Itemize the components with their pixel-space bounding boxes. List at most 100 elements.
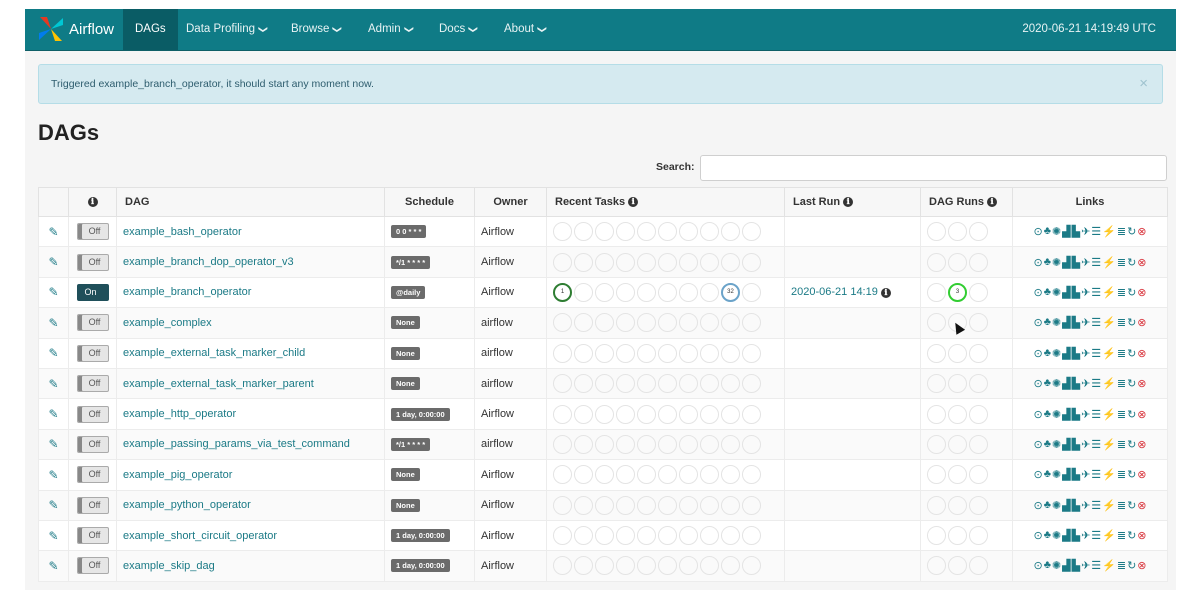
tries-chart-icon[interactable]: ▙ — [1072, 316, 1080, 329]
landing-times-icon[interactable]: ✈ — [1081, 408, 1090, 421]
task-state-circle[interactable] — [553, 526, 572, 546]
task-state-circle[interactable] — [616, 556, 635, 576]
trigger-dag-icon[interactable]: ⊙ — [1033, 377, 1042, 390]
task-state-circle[interactable] — [658, 526, 677, 546]
tree-view-icon[interactable]: ♣ — [1044, 316, 1051, 329]
dag-pause-toggle[interactable]: Off — [76, 557, 109, 575]
task-state-circle[interactable] — [637, 465, 656, 485]
task-state-circle[interactable] — [595, 465, 614, 485]
code-icon[interactable]: ⚡ — [1102, 256, 1116, 269]
delete-icon[interactable]: ⊗ — [1137, 316, 1146, 329]
code-icon[interactable]: ⚡ — [1102, 529, 1116, 542]
task-state-circle[interactable] — [679, 404, 698, 424]
task-state-circle[interactable] — [700, 434, 719, 454]
task-state-circle[interactable] — [700, 374, 719, 394]
dag-link[interactable]: example_bash_operator — [123, 226, 242, 238]
task-state-circle[interactable] — [637, 434, 656, 454]
trigger-dag-icon[interactable]: ⊙ — [1033, 468, 1042, 481]
task-state-circle[interactable] — [595, 343, 614, 363]
dag-run-circle[interactable] — [969, 222, 988, 242]
graph-view-icon[interactable]: ✺ — [1052, 438, 1061, 451]
dag-run-circle[interactable] — [969, 313, 988, 333]
task-state-circle[interactable] — [595, 404, 614, 424]
task-state-circle[interactable] — [553, 434, 572, 454]
dag-run-circle[interactable] — [948, 252, 967, 272]
task-state-circle[interactable] — [700, 282, 719, 302]
task-state-circle[interactable] — [700, 404, 719, 424]
dag-run-circle[interactable] — [927, 222, 946, 242]
tree-view-icon[interactable]: ♣ — [1044, 529, 1051, 542]
task-state-circle[interactable] — [616, 313, 635, 333]
dag-pause-toggle[interactable]: Off — [76, 314, 109, 332]
refresh-icon[interactable]: ↻ — [1127, 225, 1136, 238]
nav-dags[interactable]: DAGs — [123, 9, 178, 50]
edit-icon[interactable]: ✎ — [48, 468, 58, 482]
task-state-circle[interactable] — [616, 343, 635, 363]
edit-icon[interactable]: ✎ — [48, 316, 58, 330]
dag-run-circle[interactable] — [969, 465, 988, 485]
task-state-circle[interactable] — [679, 495, 698, 515]
dag-run-circle[interactable] — [948, 343, 967, 363]
gantt-icon[interactable]: ☰ — [1091, 256, 1101, 269]
dag-run-circle[interactable] — [948, 465, 967, 485]
task-state-circle[interactable] — [616, 252, 635, 272]
task-state-circle[interactable] — [721, 313, 740, 333]
dag-run-circle[interactable] — [969, 434, 988, 454]
task-state-circle[interactable] — [616, 222, 635, 242]
delete-icon[interactable]: ⊗ — [1137, 256, 1146, 269]
graph-view-icon[interactable]: ✺ — [1052, 225, 1061, 238]
task-state-circle[interactable]: 1 — [553, 282, 572, 302]
task-state-circle[interactable] — [679, 374, 698, 394]
dag-link[interactable]: example_pig_operator — [123, 469, 232, 481]
landing-times-icon[interactable]: ✈ — [1081, 377, 1090, 390]
task-state-circle[interactable] — [721, 343, 740, 363]
task-state-circle[interactable] — [595, 495, 614, 515]
task-state-circle[interactable] — [679, 343, 698, 363]
tries-chart-icon[interactable]: ▙ — [1072, 256, 1080, 269]
logs-icon[interactable]: ≣ — [1117, 559, 1126, 572]
tries-chart-icon[interactable]: ▙ — [1072, 438, 1080, 451]
trigger-dag-icon[interactable]: ⊙ — [1033, 499, 1042, 512]
task-state-circle[interactable] — [721, 252, 740, 272]
task-state-circle[interactable] — [637, 282, 656, 302]
task-state-circle[interactable] — [742, 222, 761, 242]
refresh-icon[interactable]: ↻ — [1127, 499, 1136, 512]
task-state-circle[interactable] — [721, 404, 740, 424]
dag-run-circle[interactable] — [927, 343, 946, 363]
task-state-circle[interactable] — [658, 495, 677, 515]
task-state-circle[interactable] — [658, 252, 677, 272]
task-state-circle[interactable] — [679, 313, 698, 333]
dag-link[interactable]: example_branch_operator — [123, 286, 251, 298]
gantt-icon[interactable]: ☰ — [1091, 438, 1101, 451]
edit-icon[interactable]: ✎ — [48, 407, 58, 421]
dag-pause-toggle[interactable]: Off — [76, 253, 109, 271]
task-state-circle[interactable] — [574, 222, 593, 242]
graph-view-icon[interactable]: ✺ — [1052, 408, 1061, 421]
task-state-circle[interactable] — [742, 465, 761, 485]
tries-chart-icon[interactable]: ▙ — [1072, 225, 1080, 238]
task-state-circle[interactable] — [553, 465, 572, 485]
gantt-icon[interactable]: ☰ — [1091, 377, 1101, 390]
task-state-circle[interactable] — [637, 222, 656, 242]
task-state-circle[interactable] — [658, 556, 677, 576]
tree-view-icon[interactable]: ♣ — [1044, 468, 1051, 481]
dag-run-circle[interactable] — [969, 374, 988, 394]
landing-times-icon[interactable]: ✈ — [1081, 559, 1090, 572]
refresh-icon[interactable]: ↻ — [1127, 559, 1136, 572]
task-state-circle[interactable] — [553, 222, 572, 242]
tries-chart-icon[interactable]: ▙ — [1072, 499, 1080, 512]
tree-view-icon[interactable]: ♣ — [1044, 408, 1051, 421]
duration-chart-icon[interactable]: ▟ — [1062, 468, 1070, 481]
task-state-circle[interactable] — [658, 434, 677, 454]
task-state-circle[interactable] — [616, 374, 635, 394]
logs-icon[interactable]: ≣ — [1117, 225, 1126, 238]
task-state-circle[interactable] — [700, 222, 719, 242]
nav-admin[interactable]: Admin ❯ — [356, 9, 424, 50]
gantt-icon[interactable]: ☰ — [1091, 316, 1101, 329]
duration-chart-icon[interactable]: ▟ — [1062, 499, 1070, 512]
logs-icon[interactable]: ≣ — [1117, 438, 1126, 451]
logs-icon[interactable]: ≣ — [1117, 377, 1126, 390]
tree-view-icon[interactable]: ♣ — [1044, 377, 1051, 390]
tries-chart-icon[interactable]: ▙ — [1072, 468, 1080, 481]
gantt-icon[interactable]: ☰ — [1091, 225, 1101, 238]
